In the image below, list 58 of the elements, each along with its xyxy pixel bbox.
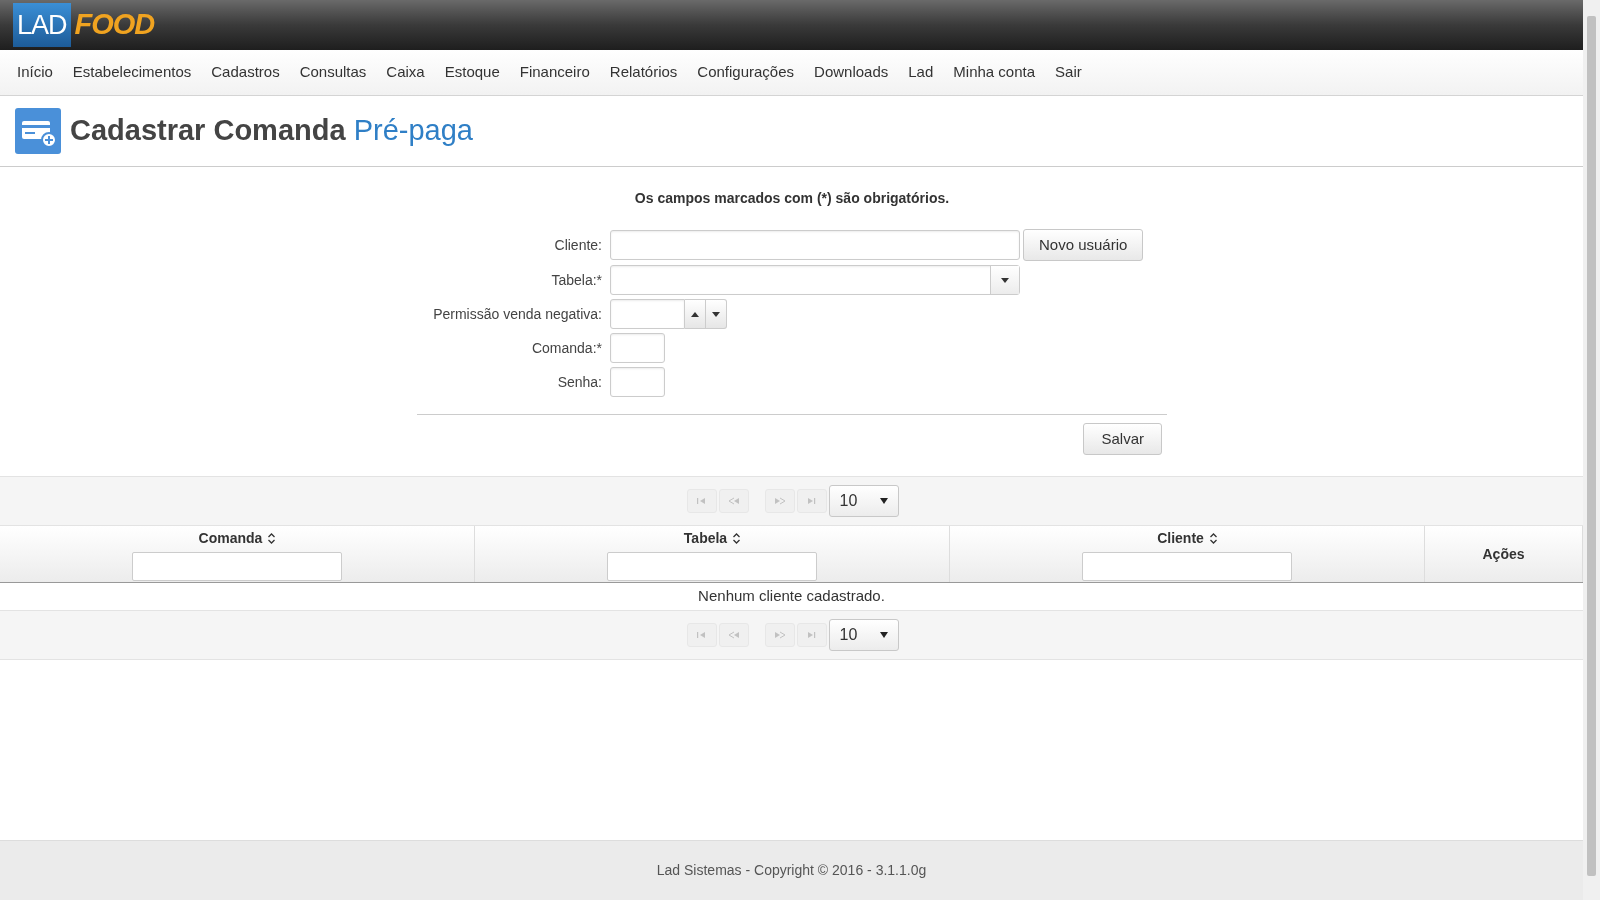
menu-item[interactable]: Relatórios [599,61,688,84]
decrement-button[interactable] [706,299,727,329]
required-note: Os campos marcados com (*) são obrigatórios. [633,189,951,208]
field-label: Senha: [556,372,602,392]
menu-item[interactable]: Cadastros [201,61,290,84]
field-label: Tabela:* [550,270,602,290]
down-caret-icon [712,311,720,317]
empty-message: Nenhum cliente cadastrado. [697,586,886,607]
column-title: Tabela [683,528,728,548]
menu-item[interactable]: Consultas [289,61,377,84]
last-page-icon [805,496,818,506]
field-label: Comanda:* [530,338,602,358]
column-filter-input[interactable] [132,551,342,581]
number-input[interactable] [610,299,685,329]
column-filter-input[interactable] [607,551,817,581]
next-page-icon [773,496,786,506]
increment-button[interactable] [685,299,706,329]
client-input[interactable] [610,230,1020,260]
sort-icon[interactable] [733,532,741,544]
column-title: Ações [1482,544,1525,564]
page-size-select[interactable]: 10 [828,619,899,651]
logo[interactable]: LAD FOOD [13,3,155,47]
first-page-icon [695,630,708,640]
last-page-icon [805,630,818,640]
menu-item[interactable]: Sair [1045,61,1092,84]
prev-page-icon [727,496,740,506]
menu-item[interactable]: Downloads [804,61,899,84]
next-page-icon [773,630,786,640]
field-label: Permissão venda negativa: [432,304,602,324]
column-filter-input[interactable] [1082,551,1292,581]
short-input[interactable] [610,333,665,363]
scrollbar[interactable] [1583,0,1600,900]
sort-icon[interactable] [1209,532,1217,544]
page-size-select[interactable]: 10 [828,485,899,517]
menu-item[interactable]: Minha conta [943,61,1046,84]
down-caret-icon [1001,277,1009,283]
menu-item[interactable]: Lad [898,61,944,84]
card-add-icon [15,108,61,154]
menu-item[interactable]: Início [7,61,63,84]
menu-item[interactable]: Financeiro [509,61,600,84]
field-label: Cliente: [553,235,602,255]
dropdown-caret-icon [879,632,888,638]
menu-item[interactable]: Configurações [687,61,805,84]
up-caret-icon [691,311,699,317]
column-title: Cliente [1157,528,1204,548]
short-input[interactable] [610,367,665,397]
menu-item[interactable]: Estabelecimentos [62,61,202,84]
column-title: Comanda [198,528,263,548]
menu-item[interactable]: Caixa [376,61,435,84]
prev-page-icon [727,630,740,640]
copyright-text: Lad Sistemas - Copyright © 2016 - 3.1.1.0g [656,861,927,880]
menu-item[interactable]: Estoque [434,61,510,84]
sort-icon[interactable] [268,532,276,544]
new-user-button[interactable]: Novo usuário [1023,229,1144,261]
dropdown-caret-icon [879,498,888,504]
first-page-icon [695,496,708,506]
save-button[interactable]: Salvar [1083,423,1162,455]
page-title: Cadastrar Comanda Pré-paga [70,113,473,149]
